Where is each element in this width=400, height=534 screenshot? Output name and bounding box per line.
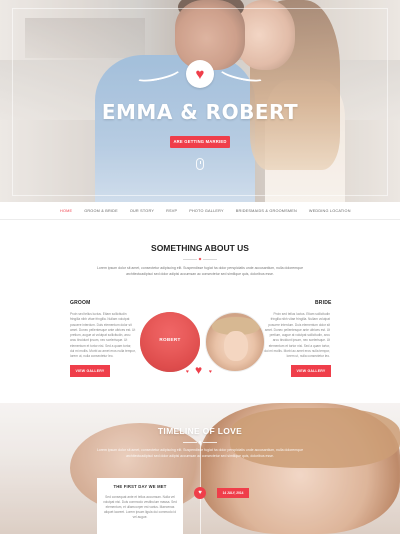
getting-married-button[interactable]: ARE GETTING MARRIED xyxy=(170,136,230,148)
nav-item-our-story[interactable]: OUR STORY xyxy=(130,209,154,213)
nav-item-home[interactable]: HOME xyxy=(60,209,72,213)
main-navigation: HOME GROOM & BRIDE OUR STORY RSVP PHOTO … xyxy=(0,202,400,220)
couple-names-title: EMMA & ROBERT xyxy=(101,100,299,124)
timeline-heart-marker: ♥ xyxy=(194,487,206,499)
timeline-card: THE FIRST DAY WE MET Sed consequat ante … xyxy=(97,478,183,534)
timeline-card-title: THE FIRST DAY WE MET xyxy=(113,484,167,489)
nav-item-photo-gallery[interactable]: PHOTO GALLERY xyxy=(189,209,224,213)
large-heart-icon: ♥ xyxy=(195,363,203,377)
about-text: Lorem ipsum dolor sit amet, consectetur … xyxy=(96,266,304,276)
heart-icon: ♥ xyxy=(198,490,202,496)
about-divider xyxy=(180,257,220,261)
timeline-divider xyxy=(180,440,220,444)
groom-avatar-overlay xyxy=(140,312,200,372)
groom-avatar[interactable]: ROBERT xyxy=(140,312,200,372)
bride-avatar[interactable] xyxy=(205,312,265,372)
groom-view-gallery-button[interactable]: VIEW GALLERY xyxy=(70,365,110,377)
nav-item-groom-bride[interactable]: GROOM & BRIDE xyxy=(84,209,118,213)
bride-title: BRIDE xyxy=(315,300,332,306)
groom-avatar-label: ROBERT xyxy=(159,337,181,342)
nav-item-wedding-location[interactable]: WEDDING LOCATION xyxy=(309,209,351,213)
timeline-text: Lorem ipsum dolor sit amet, consectetur … xyxy=(96,448,304,458)
nav-item-bridesmaids-groomsmen[interactable]: BRIDESMAIDS & GROOMSMEN xyxy=(236,209,297,213)
heart-badge: ♥ xyxy=(186,60,214,88)
bride-text: Proin sed tellus luctus. Etiam sollicitu… xyxy=(264,312,330,359)
nav-item-rsvp[interactable]: RSVP xyxy=(166,209,177,213)
heart-icon: ♥ xyxy=(195,65,205,83)
hearts-decoration: ♥ ♥ ♥ xyxy=(186,364,216,378)
small-heart-icon: ♥ xyxy=(186,369,189,375)
bride-view-gallery-button[interactable]: VIEW GALLERY xyxy=(291,365,331,377)
about-title: SOMETHING ABOUT US xyxy=(151,243,249,253)
bride-avatar-face xyxy=(224,331,248,361)
groom-text: Proin sed tellus luctus. Etiam sollicitu… xyxy=(70,312,136,359)
timeline-date-badge: 14 JULY, 2014 xyxy=(217,488,249,498)
timeline-title: TIMELINE OF LOVE xyxy=(157,426,243,436)
small-heart-icon: ♥ xyxy=(209,369,212,375)
groom-title: GROOM xyxy=(70,300,91,306)
timeline-card-text: Sed consequat ante et tellus accumsan. N… xyxy=(103,495,177,519)
mouse-scroll-icon[interactable] xyxy=(196,158,204,170)
